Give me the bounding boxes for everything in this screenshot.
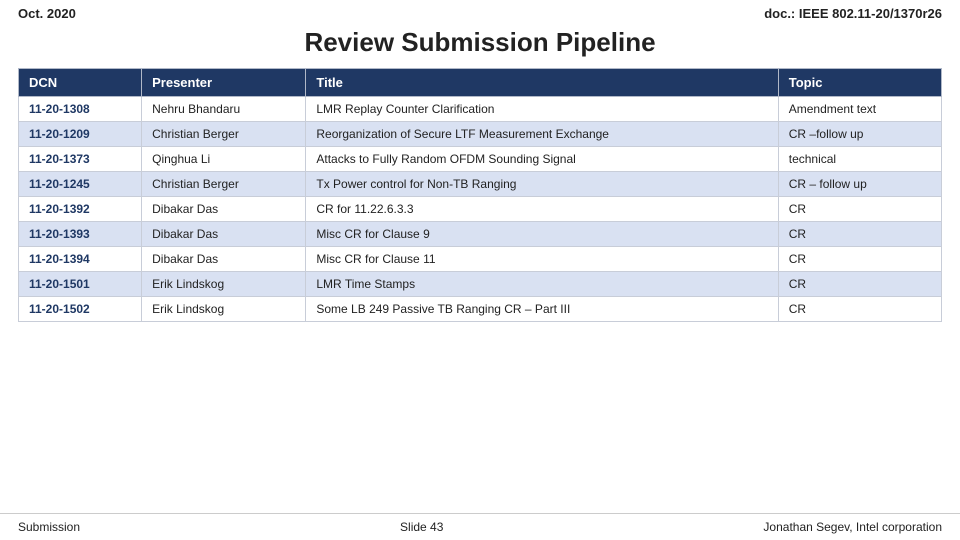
cell-title: Attacks to Fully Random OFDM Sounding Si…	[306, 147, 778, 172]
table-row: 11-20-1501Erik LindskogLMR Time StampsCR	[19, 272, 942, 297]
top-bar: Oct. 2020 doc.: IEEE 802.11-20/1370r26	[0, 0, 960, 25]
table-area: DCN Presenter Title Topic 11-20-1308Nehr…	[0, 68, 960, 513]
cell-topic: CR –follow up	[778, 122, 941, 147]
footer-author: Jonathan Segev, Intel corporation	[763, 520, 942, 534]
doc-id-label: doc.: IEEE 802.11-20/1370r26	[764, 6, 942, 21]
cell-presenter: Erik Lindskog	[142, 297, 306, 322]
cell-title: Misc CR for Clause 9	[306, 222, 778, 247]
table-header-row: DCN Presenter Title Topic	[19, 69, 942, 97]
cell-dcn: 11-20-1393	[19, 222, 142, 247]
cell-presenter: Christian Berger	[142, 122, 306, 147]
cell-presenter: Dibakar Das	[142, 222, 306, 247]
cell-dcn: 11-20-1245	[19, 172, 142, 197]
table-row: 11-20-1393Dibakar DasMisc CR for Clause …	[19, 222, 942, 247]
cell-dcn: 11-20-1392	[19, 197, 142, 222]
header-dcn: DCN	[19, 69, 142, 97]
table-row: 11-20-1209Christian BergerReorganization…	[19, 122, 942, 147]
cell-presenter: Qinghua Li	[142, 147, 306, 172]
cell-topic: CR	[778, 297, 941, 322]
table-body: 11-20-1308Nehru BhandaruLMR Replay Count…	[19, 97, 942, 322]
cell-title: Reorganization of Secure LTF Measurement…	[306, 122, 778, 147]
footer-slide: Slide 43	[80, 520, 763, 534]
table-row: 11-20-1245Christian BergerTx Power contr…	[19, 172, 942, 197]
cell-presenter: Dibakar Das	[142, 247, 306, 272]
table-row: 11-20-1502Erik LindskogSome LB 249 Passi…	[19, 297, 942, 322]
cell-presenter: Christian Berger	[142, 172, 306, 197]
footer-bar: Submission Slide 43 Jonathan Segev, Inte…	[0, 513, 960, 540]
cell-title: Tx Power control for Non-TB Ranging	[306, 172, 778, 197]
cell-dcn: 11-20-1308	[19, 97, 142, 122]
header-title: Title	[306, 69, 778, 97]
cell-topic: Amendment text	[778, 97, 941, 122]
cell-topic: CR	[778, 272, 941, 297]
cell-topic: CR	[778, 247, 941, 272]
cell-title: LMR Time Stamps	[306, 272, 778, 297]
cell-topic: CR	[778, 197, 941, 222]
cell-topic: CR	[778, 222, 941, 247]
cell-title: LMR Replay Counter Clarification	[306, 97, 778, 122]
cell-title: Misc CR for Clause 11	[306, 247, 778, 272]
cell-topic: CR – follow up	[778, 172, 941, 197]
footer-submission: Submission	[18, 520, 80, 534]
cell-dcn: 11-20-1394	[19, 247, 142, 272]
cell-title: CR for 11.22.6.3.3	[306, 197, 778, 222]
cell-presenter: Erik Lindskog	[142, 272, 306, 297]
header-topic: Topic	[778, 69, 941, 97]
page-title: Review Submission Pipeline	[0, 27, 960, 58]
cell-presenter: Dibakar Das	[142, 197, 306, 222]
page-container: Oct. 2020 doc.: IEEE 802.11-20/1370r26 R…	[0, 0, 960, 540]
cell-dcn: 11-20-1373	[19, 147, 142, 172]
cell-title: Some LB 249 Passive TB Ranging CR – Part…	[306, 297, 778, 322]
table-row: 11-20-1392Dibakar DasCR for 11.22.6.3.3C…	[19, 197, 942, 222]
header-presenter: Presenter	[142, 69, 306, 97]
submission-table: DCN Presenter Title Topic 11-20-1308Nehr…	[18, 68, 942, 322]
date-label: Oct. 2020	[18, 6, 76, 21]
cell-dcn: 11-20-1501	[19, 272, 142, 297]
cell-dcn: 11-20-1502	[19, 297, 142, 322]
cell-dcn: 11-20-1209	[19, 122, 142, 147]
table-row: 11-20-1373Qinghua LiAttacks to Fully Ran…	[19, 147, 942, 172]
table-row: 11-20-1394Dibakar DasMisc CR for Clause …	[19, 247, 942, 272]
table-row: 11-20-1308Nehru BhandaruLMR Replay Count…	[19, 97, 942, 122]
cell-presenter: Nehru Bhandaru	[142, 97, 306, 122]
cell-topic: technical	[778, 147, 941, 172]
